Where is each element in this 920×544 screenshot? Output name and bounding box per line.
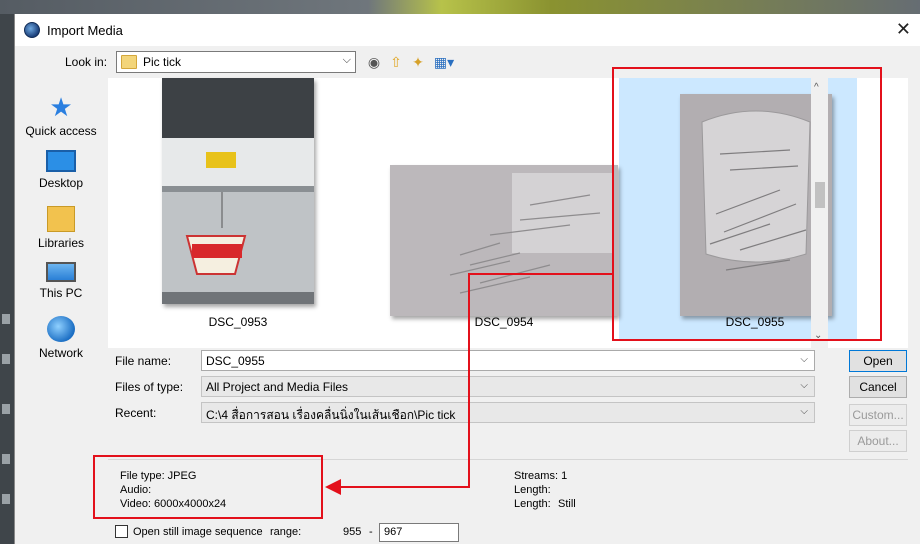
recent-label: Recent: bbox=[115, 406, 157, 420]
file-name: DSC_0954 bbox=[474, 315, 534, 329]
file-name-label: File name: bbox=[115, 354, 172, 368]
back-icon[interactable]: ◉ bbox=[365, 53, 383, 71]
files-of-type-label: Files of type: bbox=[115, 380, 184, 394]
chevron-down-icon[interactable]: ⌵ bbox=[800, 354, 808, 365]
place-label: Desktop bbox=[38, 176, 84, 190]
chevron-down-icon: ⌵ bbox=[342, 54, 351, 66]
place-network[interactable]: Network bbox=[15, 316, 107, 360]
range-separator: - bbox=[369, 526, 373, 538]
look-in-value: Pic tick bbox=[143, 55, 182, 69]
range-label: range: bbox=[270, 526, 302, 538]
place-this-pc[interactable]: This PC bbox=[15, 262, 107, 300]
annotation-highlight-selected bbox=[612, 67, 882, 341]
cancel-button[interactable]: Cancel bbox=[849, 376, 907, 398]
background-strip bbox=[0, 0, 920, 14]
about-button[interactable]: About... bbox=[849, 430, 907, 452]
files-of-type-value: All Project and Media Files bbox=[206, 380, 349, 394]
annotation-connector-v bbox=[468, 273, 470, 487]
length-still-value: Still bbox=[558, 498, 576, 510]
annotation-connector-bottom bbox=[340, 486, 470, 488]
length-info: Length: bbox=[514, 484, 551, 496]
title-bar: Import Media ✕ bbox=[15, 14, 920, 46]
dialog-title: Import Media bbox=[47, 23, 123, 38]
annotation-connector-h bbox=[468, 273, 612, 275]
sequence-label: Open still image sequence bbox=[133, 526, 263, 538]
length-still-label: Length: bbox=[514, 498, 551, 510]
custom-button[interactable]: Custom... bbox=[849, 404, 907, 426]
annotation-highlight-info bbox=[93, 455, 323, 519]
open-button[interactable]: Open bbox=[849, 350, 907, 372]
file-name-input[interactable]: DSC_0955 ⌵ bbox=[201, 350, 815, 371]
annotation-arrow-icon bbox=[325, 479, 341, 495]
quick-access-icon: ★ bbox=[49, 92, 73, 122]
chevron-down-icon[interactable]: ⌵ bbox=[800, 406, 808, 417]
up-folder-icon[interactable]: ⇧ bbox=[387, 53, 405, 71]
thumbnail-dsc-0953 bbox=[162, 78, 314, 304]
sequence-checkbox[interactable] bbox=[115, 525, 128, 538]
recent-value: C:\4 สื่อการสอน เรื่องคลื่นนิ่งในเส้นเชื… bbox=[206, 408, 456, 422]
view-menu-icon[interactable]: ▦▾ bbox=[431, 53, 457, 71]
places-bar: ★ Quick access Desktop Libraries This PC… bbox=[15, 80, 107, 370]
file-name-value: DSC_0955 bbox=[206, 354, 265, 368]
place-label: Libraries bbox=[37, 236, 85, 250]
folder-icon bbox=[121, 55, 137, 69]
app-icon bbox=[24, 22, 40, 38]
file-name: DSC_0953 bbox=[208, 315, 268, 329]
place-label: This PC bbox=[39, 286, 83, 300]
desktop-icon bbox=[46, 150, 76, 172]
place-label: Quick access bbox=[25, 124, 97, 138]
new-folder-icon[interactable]: ✦ bbox=[409, 53, 427, 71]
chevron-down-icon[interactable]: ⌵ bbox=[800, 380, 808, 391]
look-in-combo[interactable]: Pic tick ⌵ bbox=[116, 51, 356, 73]
background-left-edge bbox=[0, 14, 14, 544]
range-end-input[interactable]: 967 bbox=[379, 523, 459, 542]
streams-info: Streams: 1 bbox=[514, 470, 568, 482]
place-desktop[interactable]: Desktop bbox=[15, 150, 107, 190]
recent-select[interactable]: C:\4 สื่อการสอน เรื่องคลื่นนิ่งในเส้นเชื… bbox=[201, 402, 815, 423]
libraries-icon bbox=[47, 206, 75, 232]
files-of-type-select[interactable]: All Project and Media Files ⌵ bbox=[201, 376, 815, 397]
place-libraries[interactable]: Libraries bbox=[15, 206, 107, 250]
place-label: Network bbox=[38, 346, 83, 360]
network-icon bbox=[47, 316, 75, 342]
range-start: 955 bbox=[343, 526, 362, 538]
look-in-label: Look in: bbox=[65, 55, 108, 69]
thumbnail-dsc-0954 bbox=[390, 165, 618, 316]
close-icon[interactable]: ✕ bbox=[896, 19, 911, 40]
place-quick-access[interactable]: ★ Quick access bbox=[15, 94, 107, 138]
this-pc-icon bbox=[46, 262, 76, 282]
